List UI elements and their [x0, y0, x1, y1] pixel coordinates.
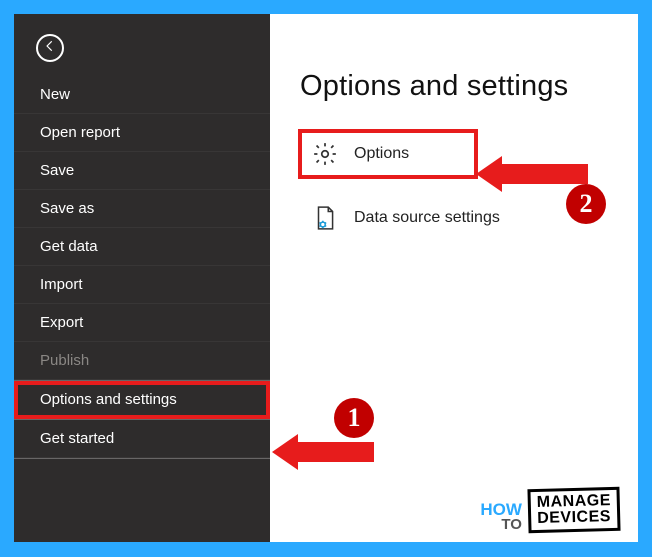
menu-item-open-report[interactable]: Open report: [14, 114, 270, 152]
file-menu-sidebar: New Open report Save Save as Get data Im…: [14, 14, 270, 542]
option-data-source-settings[interactable]: Data source settings: [300, 195, 608, 241]
annotation-arrow-2: [476, 156, 588, 192]
annotation-badge-1: 1: [334, 398, 374, 438]
menu-item-new[interactable]: New: [14, 76, 270, 114]
arrow-left-head-icon: [476, 156, 502, 192]
arrow-shaft: [502, 164, 588, 184]
watermark-logo: HOW TO MANAGE DEVICES: [480, 488, 620, 532]
arrow-left-head-icon: [272, 434, 298, 470]
gear-icon: [310, 139, 340, 169]
annotation-arrow-1: [272, 434, 374, 470]
menu-item-get-data[interactable]: Get data: [14, 228, 270, 266]
menu-item-get-started[interactable]: Get started: [14, 420, 270, 458]
image-frame: New Open report Save Save as Get data Im…: [0, 0, 652, 557]
file-menu: New Open report Save Save as Get data Im…: [14, 76, 270, 459]
annotation-badge-2: 2: [566, 184, 606, 224]
menu-separator: [14, 458, 270, 459]
menu-item-publish: Publish: [14, 342, 270, 380]
watermark-howto: HOW TO: [480, 502, 522, 532]
file-gear-icon: [310, 203, 340, 233]
menu-item-options-and-settings[interactable]: Options and settings: [14, 381, 270, 419]
page-title: Options and settings: [300, 70, 608, 103]
option-label: Options: [354, 145, 409, 163]
arrow-left-icon: [43, 39, 57, 58]
menu-item-save[interactable]: Save: [14, 152, 270, 190]
menu-item-import[interactable]: Import: [14, 266, 270, 304]
app-window: New Open report Save Save as Get data Im…: [14, 14, 638, 542]
watermark-managedevices: MANAGE DEVICES: [527, 487, 620, 533]
arrow-shaft: [298, 442, 374, 462]
menu-item-export[interactable]: Export: [14, 304, 270, 342]
watermark-line2: DEVICES: [537, 509, 612, 527]
watermark-to: TO: [480, 518, 522, 532]
option-label: Data source settings: [354, 209, 500, 227]
menu-item-save-as[interactable]: Save as: [14, 190, 270, 228]
back-button[interactable]: [36, 34, 64, 62]
option-options[interactable]: Options: [300, 131, 476, 177]
